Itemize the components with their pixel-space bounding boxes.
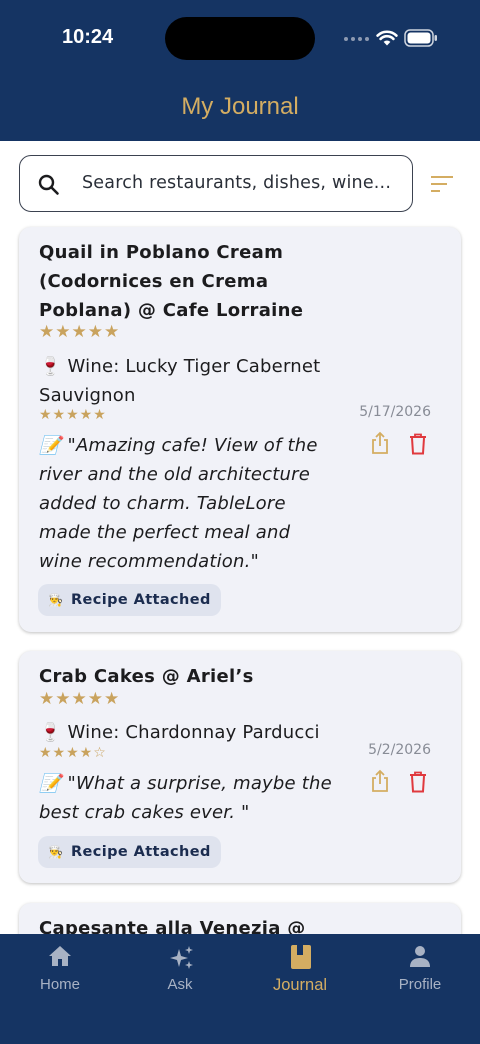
badge-label: Recipe Attached [70,592,211,608]
search-icon [38,174,59,195]
person-icon [410,946,430,967]
entry-title: Quail in Poblano Cream (Codornices en Cr… [39,242,304,321]
journal-entry-card[interactable]: Quail in Poblano Cream (Codornices en Cr… [19,227,461,632]
wifi-icon [376,30,398,46]
dish-rating-stars: ★★★★★ [39,689,121,709]
battery-icon [404,29,437,47]
nav-ask[interactable]: Ask [120,934,240,1024]
wine-pairing: 🍷 Wine: Chardonnay Parducci [39,722,320,743]
dish-rating-stars: ★★★★★ [39,322,121,342]
app-header: 10:24 My Journal [0,0,480,141]
entry-note: 📝 "Amazing cafe! View of the river and t… [39,435,318,572]
nav-journal[interactable]: Journal [240,934,360,1024]
nav-home[interactable]: Home [0,934,120,1024]
search-placeholder: Search restaurants, dishes, wine... [82,173,392,193]
sparkles-icon [170,946,193,969]
share-icon[interactable] [370,431,390,455]
search-input[interactable]: Search restaurants, dishes, wine... [19,155,413,212]
entry-title: Crab Cakes @ Ariel’s [39,666,254,687]
chef-icon: 👨‍🍳 [48,845,63,859]
delete-trash-icon[interactable] [409,771,427,793]
entry-note: 📝 "What a surprise, maybe the best crab … [39,773,332,823]
page-title: My Journal [181,93,299,120]
wine-rating-stars: ★★★★★ [39,407,107,423]
recipe-attached-badge[interactable]: 👨‍🍳 Recipe Attached [38,584,221,616]
status-time: 10:24 [62,26,114,48]
home-icon [49,946,71,966]
entry-date: 5/2/2026 [368,742,431,758]
delete-trash-icon[interactable] [409,433,427,455]
share-icon[interactable] [370,769,390,793]
chef-icon: 👨‍🍳 [48,593,63,607]
badge-label: Recipe Attached [70,844,211,860]
book-icon [291,945,311,969]
wine-pairing: 🍷 Wine: Lucky Tiger Cabernet Sauvignon [39,356,321,406]
nav-profile[interactable]: Profile [360,934,480,1024]
entry-date: 5/17/2026 [359,404,431,420]
bottom-navigation: Home Ask Journal Profile [0,934,480,1044]
dynamic-island [165,17,315,60]
wine-rating-stars: ★★★★☆ [39,745,107,761]
sort-filter-icon[interactable] [430,175,454,193]
journal-entry-card[interactable]: Crab Cakes @ Ariel’s ★★★★★ 🍷 Wine: Chard… [19,651,461,883]
recipe-attached-badge[interactable]: 👨‍🍳 Recipe Attached [38,836,221,868]
cellular-signal-icon [344,37,369,41]
